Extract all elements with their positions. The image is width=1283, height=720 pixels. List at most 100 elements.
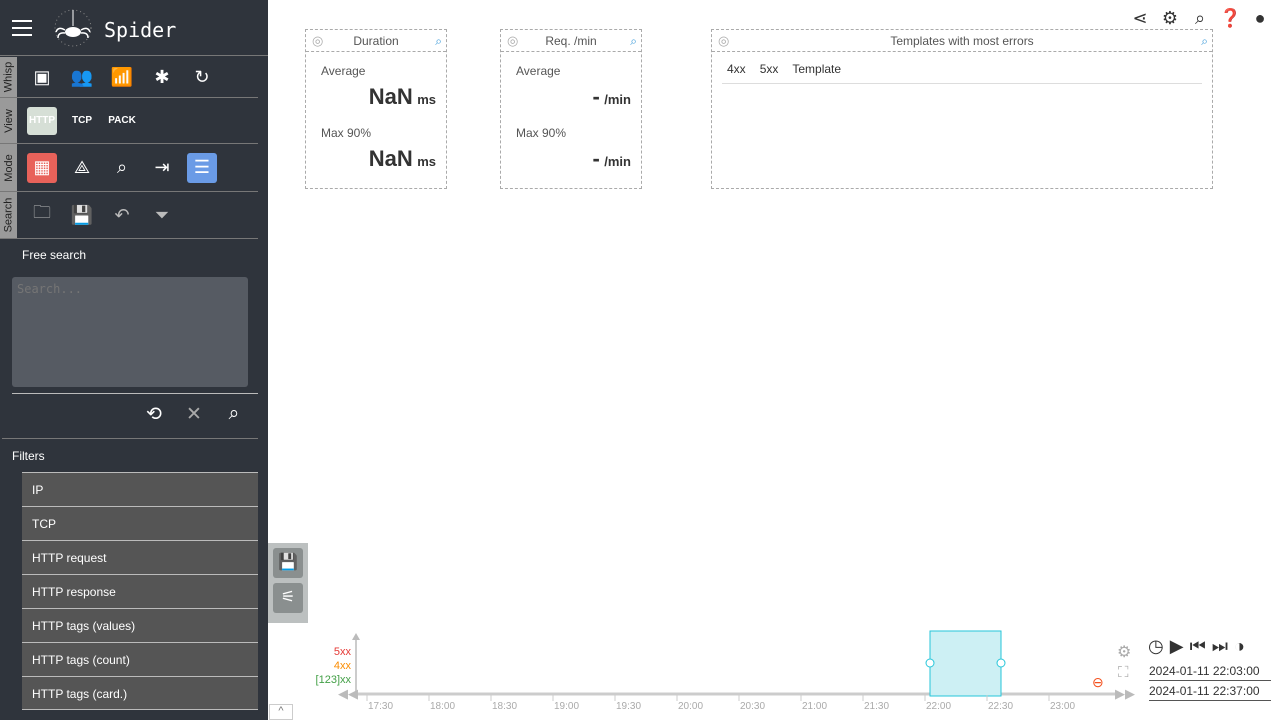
- help-icon[interactable]: ❓: [1219, 8, 1241, 29]
- filter-http-response[interactable]: HTTP response: [22, 574, 258, 608]
- timeline[interactable]: 5xx 4xx [123]xx ◀◀ ▶▶ ⊖ 17:30 18:00 18:30 1…: [300, 625, 1150, 720]
- filter-http-tags-values[interactable]: HTTP tags (values): [22, 608, 258, 642]
- menu-icon[interactable]: [12, 20, 32, 36]
- filters-title: Filters: [12, 449, 45, 463]
- chart-zoom-icon[interactable]: ⌕: [630, 30, 637, 52]
- view-pack-button[interactable]: PACK: [107, 115, 137, 126]
- filters-list: IP TCP HTTP request HTTP response HTTP t…: [22, 472, 258, 710]
- start-datetime[interactable]: 2024-01-11 22:03:00: [1149, 664, 1271, 681]
- filter-http-tags-card[interactable]: HTTP tags (card.): [22, 676, 258, 710]
- skip-next-icon[interactable]: ⏭: [1212, 636, 1228, 657]
- focus-icon[interactable]: ⛶: [1118, 664, 1129, 681]
- filter-tcp[interactable]: TCP: [22, 506, 258, 540]
- end-datetime[interactable]: 2024-01-11 22:37:00: [1149, 684, 1271, 701]
- skip-previous-icon[interactable]: ⏮: [1190, 636, 1206, 657]
- theme-icon[interactable]: ◑: [1234, 636, 1245, 657]
- x-tick-label: 18:00: [430, 701, 455, 712]
- view-http-button[interactable]: HTTP: [27, 106, 57, 135]
- tab-label: Search: [2, 197, 15, 233]
- timeline-controls: ◷ ▶ ⏮ ⏭ ◑: [1148, 636, 1245, 657]
- average-label: Average: [516, 64, 561, 78]
- close-icon[interactable]: ✕: [184, 403, 204, 426]
- panel-title: Duration: [353, 34, 399, 48]
- average-value: - /min: [592, 84, 631, 109]
- legend-5xx: 5xx: [334, 646, 352, 658]
- divider: [2, 438, 258, 439]
- compare-arrows-icon[interactable]: ⇥: [147, 153, 177, 183]
- graph-icon[interactable]: ⟁: [67, 153, 97, 183]
- filter-http-request[interactable]: HTTP request: [22, 540, 258, 574]
- chart-zoom-icon[interactable]: ⌕: [1201, 30, 1208, 52]
- zoom-out-icon[interactable]: ⊖: [1092, 674, 1104, 690]
- list-icon[interactable]: ☰: [187, 152, 217, 183]
- requests-panel: ◎ Req. /min ⌕ Average - /min Max 90% - /mi…: [500, 29, 642, 189]
- x-tick-label: 19:30: [616, 701, 641, 712]
- x-tick-label: 22:00: [926, 701, 951, 712]
- tab-view[interactable]: View: [0, 98, 17, 143]
- share-icon[interactable]: ⋖: [1129, 8, 1151, 29]
- clock-icon[interactable]: ◷: [1148, 636, 1164, 657]
- view-tcp-button[interactable]: TCP: [67, 115, 97, 126]
- settings-toggle-icon[interactable]: ⚟: [273, 583, 303, 613]
- hide-icon[interactable]: ◎: [507, 30, 518, 52]
- timeline-settings-icon[interactable]: ⚙: [1117, 642, 1131, 662]
- floating-toolbar: 💾 ⚟: [268, 543, 308, 623]
- contact-icon[interactable]: ▣: [27, 62, 57, 92]
- top-toolbar: ⋖ ⚙ ⌕ ❓ ●: [1129, 8, 1271, 29]
- save-icon[interactable]: 💾: [67, 200, 97, 230]
- average-value: NaN ms: [368, 84, 436, 109]
- duration-panel: ◎ Duration ⌕ Average NaN ms Max 90% NaN ms: [305, 29, 447, 189]
- max90-value: NaN ms: [368, 146, 436, 171]
- max90-label: Max 90%: [321, 126, 372, 140]
- refresh-icon[interactable]: ↻: [187, 62, 217, 92]
- expand-up-icon[interactable]: ^: [269, 704, 293, 720]
- gear-icon[interactable]: ⚙: [1159, 8, 1181, 29]
- average-label: Average: [321, 64, 366, 78]
- history-icon[interactable]: ⟲: [144, 403, 164, 426]
- free-search-label: Free search: [22, 248, 87, 262]
- column-4xx[interactable]: 4xx: [727, 62, 746, 83]
- chart-search-icon[interactable]: ⌕: [107, 153, 137, 183]
- remote-icon[interactable]: 📶: [107, 62, 137, 92]
- time-selection[interactable]: [929, 630, 1002, 697]
- scroll-right-icon[interactable]: ▶▶: [1115, 686, 1135, 701]
- search-icon[interactable]: ⌕: [224, 403, 244, 426]
- account-icon[interactable]: ●: [1249, 8, 1271, 29]
- app-title: Spider: [104, 18, 177, 42]
- selection-handle-right[interactable]: [996, 658, 1006, 668]
- x-tick-label: 18:30: [492, 701, 517, 712]
- view-section: View HTTP TCP PACK: [0, 98, 258, 144]
- filter-http-tags-count[interactable]: HTTP tags (count): [22, 642, 258, 676]
- tab-label: View: [2, 108, 15, 133]
- spider-icon[interactable]: ✱: [147, 62, 177, 92]
- sidebar: Spider Whisp ▣ 👥 📶 ✱ ↻ View HTTP TCP PAC…: [0, 0, 268, 720]
- column-5xx[interactable]: 5xx: [760, 62, 779, 83]
- tab-search[interactable]: Search: [0, 192, 17, 238]
- save-icon[interactable]: 💾: [273, 548, 303, 578]
- hide-icon[interactable]: ◎: [718, 30, 729, 52]
- selection-handle-left[interactable]: [925, 658, 935, 668]
- x-tick-label: 23:00: [1050, 701, 1075, 712]
- dashboard-icon[interactable]: ▦: [27, 152, 57, 183]
- tab-whisp[interactable]: Whisp: [0, 57, 17, 97]
- chart-zoom-icon[interactable]: ⌕: [435, 30, 442, 52]
- hide-icon[interactable]: ◎: [312, 30, 323, 52]
- folder-icon[interactable]: 🗀: [27, 200, 57, 230]
- search-input[interactable]: [12, 277, 248, 387]
- x-tick-label: 21:30: [864, 701, 889, 712]
- errors-table-header: 4xx 5xx Template: [722, 62, 1202, 84]
- undo-icon[interactable]: ↶: [107, 200, 137, 230]
- x-tick-label: 20:00: [678, 701, 703, 712]
- filter-ip[interactable]: IP: [22, 472, 258, 506]
- clear-filter-icon[interactable]: ⏷: [147, 200, 177, 230]
- scroll-left-icon[interactable]: ◀◀: [338, 686, 358, 701]
- spider-search-icon[interactable]: ⌕: [1189, 8, 1211, 29]
- people-icon[interactable]: 👥: [67, 62, 97, 92]
- x-tick-label: 20:30: [740, 701, 765, 712]
- whisp-section: Whisp ▣ 👥 📶 ✱ ↻: [0, 57, 258, 98]
- column-template[interactable]: Template: [792, 62, 841, 83]
- tab-mode[interactable]: Mode: [0, 144, 17, 191]
- play-icon[interactable]: ▶: [1170, 636, 1184, 657]
- sidebar-header: Spider: [0, 0, 268, 56]
- x-tick-label: 21:00: [802, 701, 827, 712]
